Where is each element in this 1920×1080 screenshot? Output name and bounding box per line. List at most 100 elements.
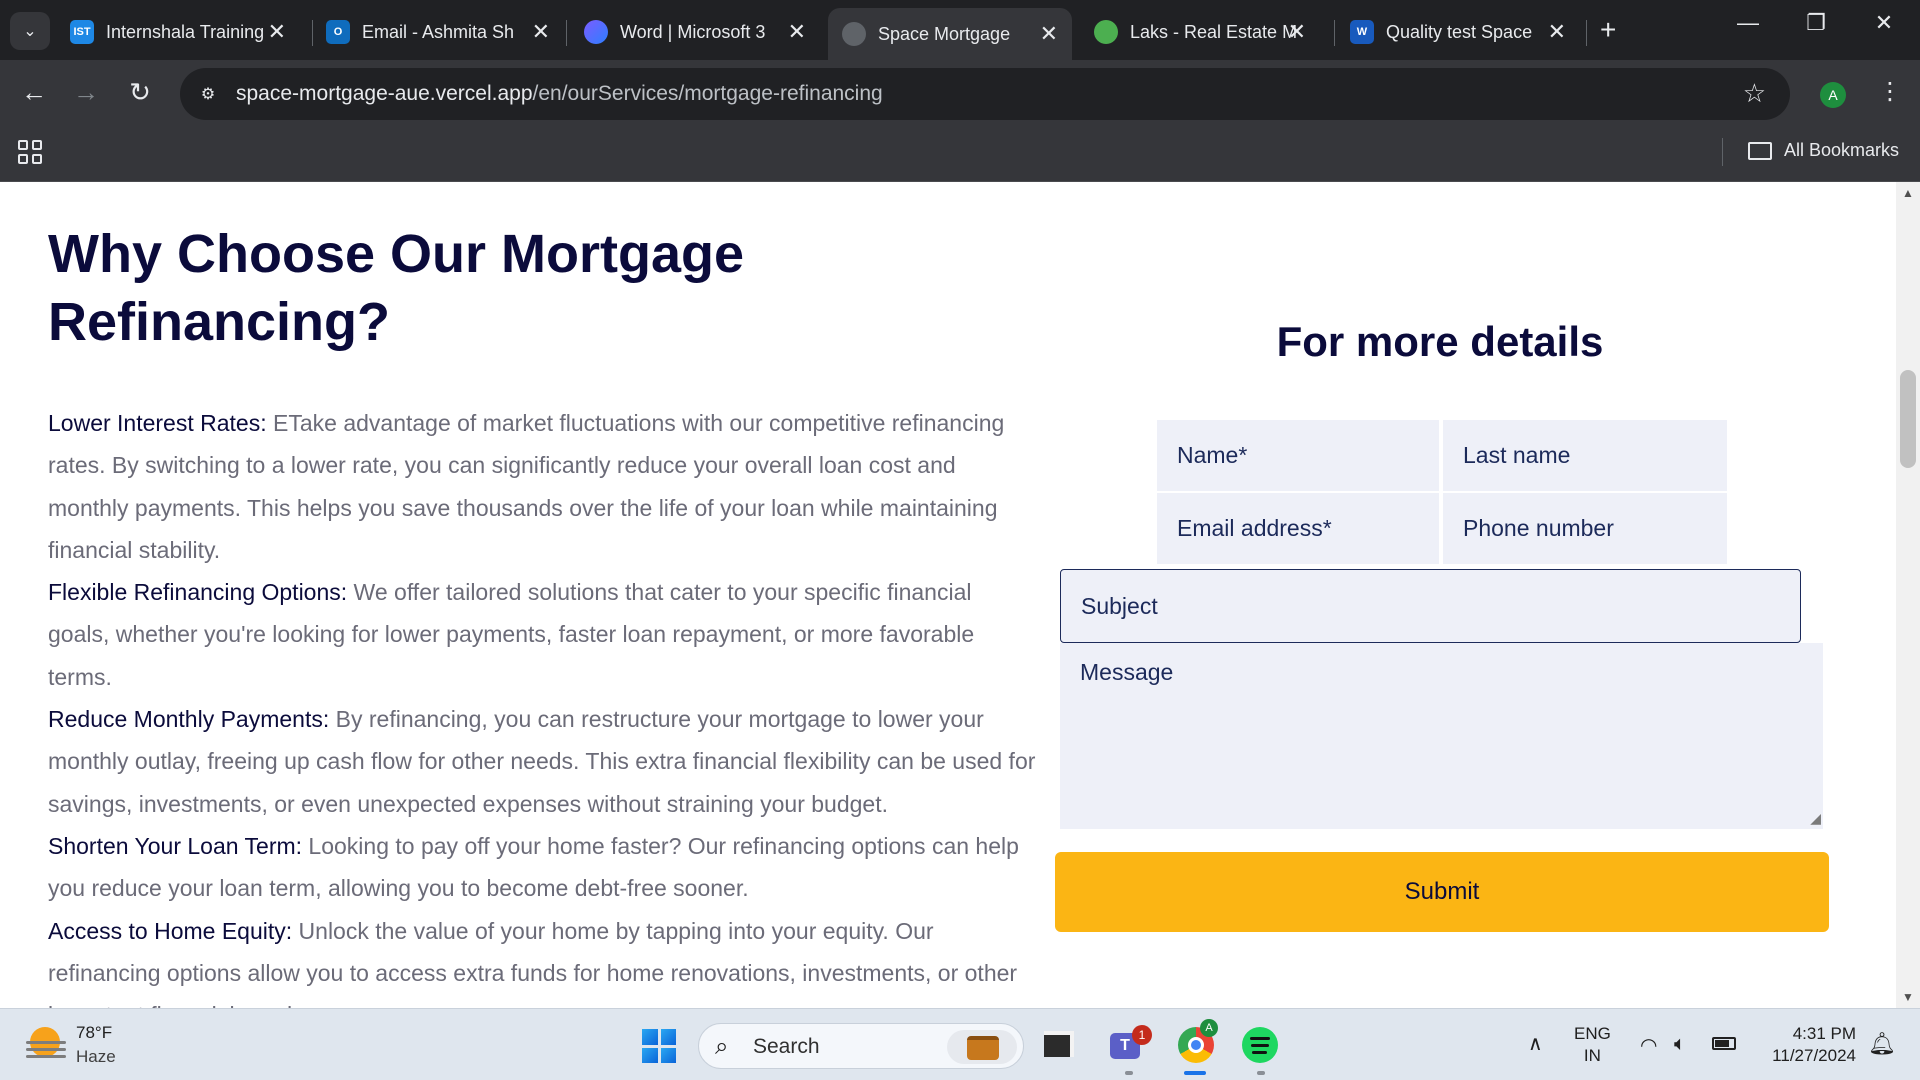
- benefit-item: Reduce Monthly Payments: By refinancing,…: [48, 698, 1038, 825]
- folder-icon: [1748, 141, 1772, 160]
- battery-icon[interactable]: [1712, 1033, 1736, 1056]
- close-icon[interactable]: ✕: [788, 19, 806, 45]
- tab-title: Email - Ashmita Sh: [362, 21, 515, 42]
- tab-strip: ⌄ IST Internshala Training ✕ O Email - A…: [0, 0, 1920, 60]
- running-indicator: [1257, 1071, 1265, 1075]
- weather-haze-icon[interactable]: [26, 1027, 66, 1063]
- window-close-icon[interactable]: ✕: [1864, 10, 1904, 36]
- chrome-icon[interactable]: A: [1176, 1019, 1218, 1065]
- search-icon: ⌕: [715, 1033, 729, 1060]
- all-bookmarks-button[interactable]: All Bookmarks: [1748, 140, 1899, 161]
- copilot-favicon-icon: [584, 20, 608, 44]
- tab-separator: [566, 20, 567, 46]
- tab-quality-test[interactable]: W Quality test Space ✕: [1336, 8, 1580, 56]
- site-settings-icon[interactable]: ⚙: [194, 80, 222, 108]
- weather-description[interactable]: Haze: [76, 1047, 116, 1067]
- language-indicator[interactable]: ENG IN: [1574, 1023, 1611, 1067]
- scrollbar-thumb[interactable]: [1900, 370, 1916, 468]
- spotify-icon[interactable]: [1240, 1025, 1280, 1065]
- minimize-icon[interactable]: —: [1728, 10, 1768, 36]
- scroll-down-icon[interactable]: ▼: [1902, 990, 1914, 1004]
- benefit-item: Access to Home Equity: Unlock the value …: [48, 910, 1038, 1008]
- taskbar-search[interactable]: ⌕ Search: [698, 1023, 1024, 1069]
- address-bar[interactable]: ⚙ space-mortgage-aue.vercel.app/en/ourSe…: [180, 68, 1790, 120]
- profile-badge: A: [1200, 1019, 1218, 1037]
- forward-icon[interactable]: →: [68, 76, 104, 108]
- resize-handle-icon[interactable]: ◢: [1810, 810, 1821, 827]
- notification-badge: 1: [1132, 1025, 1152, 1045]
- form-title: For more details: [1276, 318, 1604, 365]
- tab-email[interactable]: O Email - Ashmita Sh ✕: [312, 8, 564, 56]
- name-field[interactable]: Name*: [1157, 420, 1439, 491]
- lang-code: ENG: [1574, 1024, 1611, 1043]
- chevron-down-icon: ⌄: [23, 23, 37, 40]
- tab-search-button[interactable]: ⌄: [10, 12, 50, 50]
- lang-region: IN: [1583, 1046, 1601, 1065]
- message-placeholder: Message: [1080, 659, 1174, 685]
- bookmark-star-icon[interactable]: ☆: [1743, 78, 1766, 109]
- page-title-line1: Why Choose Our Mortgage: [48, 224, 745, 284]
- running-indicator: [1125, 1071, 1133, 1075]
- outlook-favicon-icon: O: [326, 20, 350, 44]
- benefit-item: Flexible Refinancing Options: We offer t…: [48, 571, 1038, 698]
- chevron-up-icon[interactable]: ∧: [1528, 1031, 1543, 1056]
- teams-icon[interactable]: T 1: [1108, 1025, 1152, 1065]
- browser-toolbar: ← → ↻ ⚙ space-mortgage-aue.vercel.app/en…: [0, 60, 1920, 124]
- active-app-indicator: [1184, 1071, 1206, 1075]
- apps-grid-icon[interactable]: [18, 140, 42, 164]
- message-textarea[interactable]: Message ◢: [1060, 643, 1823, 829]
- profile-avatar[interactable]: A: [1820, 82, 1846, 108]
- last-name-field[interactable]: Last name: [1443, 420, 1727, 491]
- bookmarks-separator: [1722, 138, 1723, 166]
- web-page: Why Choose Our Mortgage Refinancing? Low…: [0, 182, 1920, 1008]
- benefit-label: Flexible Refinancing Options:: [48, 579, 348, 606]
- volume-icon[interactable]: 🔈︎: [1674, 1033, 1686, 1056]
- search-label: Search: [753, 1035, 820, 1058]
- benefit-label: Access to Home Equity:: [48, 917, 293, 944]
- new-tab-button[interactable]: +: [1600, 14, 1616, 46]
- globe-icon: [842, 22, 866, 46]
- tab-separator: [1334, 20, 1335, 46]
- close-icon[interactable]: ✕: [1040, 21, 1058, 47]
- page-scrollbar[interactable]: ▲ ▼: [1896, 182, 1920, 1008]
- benefit-item: Shorten Your Loan Term: Looking to pay o…: [48, 825, 1038, 910]
- briefcase-icon: [947, 1030, 1017, 1064]
- close-icon[interactable]: ✕: [1288, 19, 1306, 45]
- tab-separator: [1586, 20, 1587, 46]
- weather-temperature[interactable]: 78°F: [76, 1023, 112, 1043]
- more-menu-icon[interactable]: ⋮: [1878, 76, 1902, 108]
- benefit-label: Reduce Monthly Payments:: [48, 706, 330, 733]
- submit-button[interactable]: Submit: [1055, 852, 1829, 932]
- tab-space-mortgage[interactable]: Space Mortgage ✕: [828, 8, 1072, 60]
- windows-taskbar: 78°F Haze ⌕ Search T 1 A ∧ ENG IN ◠ 🔈︎ 4…: [0, 1008, 1920, 1080]
- url-host: space-mortgage-aue.vercel.app: [236, 82, 533, 105]
- tab-laks[interactable]: Laks - Real Estate M ✕: [1080, 8, 1320, 56]
- url-text[interactable]: space-mortgage-aue.vercel.app/en/ourServ…: [236, 82, 883, 106]
- close-icon[interactable]: ✕: [1548, 19, 1566, 45]
- reload-icon[interactable]: ↻: [122, 76, 158, 108]
- all-bookmarks-label: All Bookmarks: [1784, 140, 1900, 160]
- file-explorer-icon[interactable]: [1040, 1025, 1080, 1065]
- page-title-line2: Refinancing?: [48, 292, 391, 352]
- restore-icon[interactable]: ❐: [1796, 10, 1836, 36]
- scroll-up-icon[interactable]: ▲: [1902, 186, 1914, 200]
- phone-field[interactable]: Phone number: [1443, 493, 1727, 564]
- clover-favicon-icon: [1094, 20, 1118, 44]
- benefits-list: Lower Interest Rates: ETake advantage of…: [48, 402, 1038, 1008]
- page-title: Why Choose Our Mortgage Refinancing?: [48, 220, 768, 356]
- tab-word[interactable]: Word | Microsoft 3 ✕: [570, 8, 820, 56]
- system-clock[interactable]: 4:31 PM 11/27/2024: [1756, 1023, 1856, 1067]
- tab-title: Space Mortgage: [878, 23, 1011, 44]
- benefit-item: Lower Interest Rates: ETake advantage of…: [48, 402, 1038, 571]
- email-field[interactable]: Email address*: [1157, 493, 1439, 564]
- wifi-icon[interactable]: ◠: [1640, 1033, 1657, 1058]
- bookmarks-bar: All Bookmarks: [0, 124, 1920, 182]
- close-icon[interactable]: ✕: [532, 19, 550, 45]
- subject-field[interactable]: Subject: [1060, 569, 1801, 643]
- windows-start-icon[interactable]: [642, 1029, 676, 1063]
- tab-title: Quality test Space: [1386, 21, 1533, 42]
- close-icon[interactable]: ✕: [268, 19, 286, 45]
- tab-internshala[interactable]: IST Internshala Training ✕: [56, 8, 300, 56]
- back-icon[interactable]: ←: [16, 76, 52, 108]
- notification-bell-icon[interactable]: 🔔︎: [1868, 1031, 1896, 1057]
